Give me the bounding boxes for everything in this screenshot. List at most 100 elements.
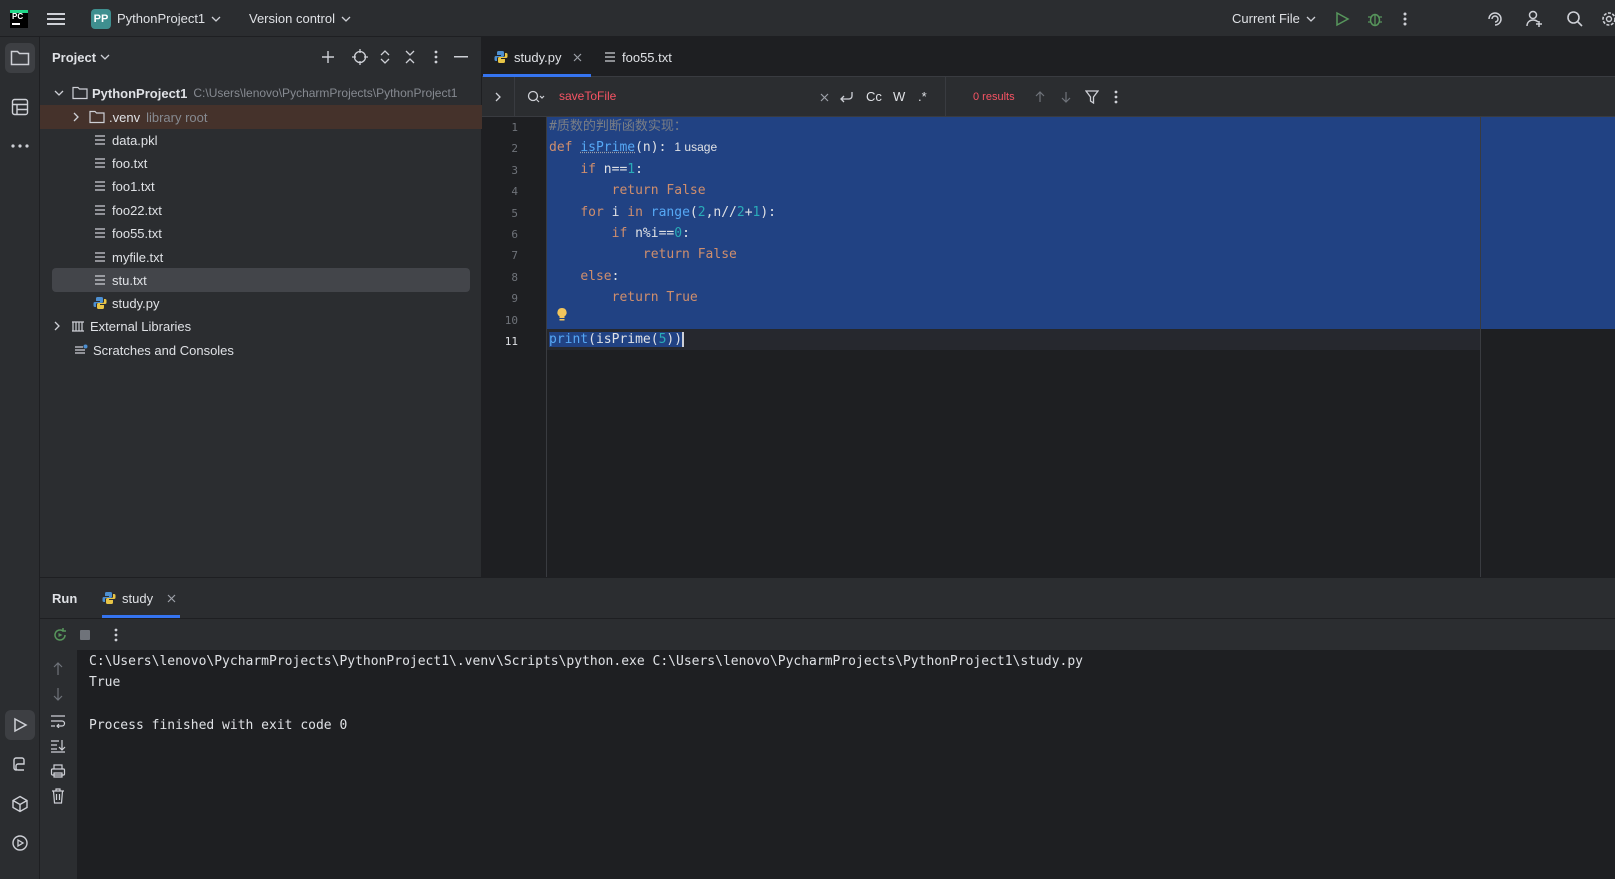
tab-study-py[interactable]: study.py <box>494 37 582 77</box>
collapse-all-icon[interactable] <box>400 47 420 67</box>
structure-toolwindow-button[interactable] <box>5 92 35 122</box>
run-console-output[interactable]: C:\Users\lenovo\PycharmProjects\PythonPr… <box>77 650 1615 879</box>
add-user-icon[interactable] <box>1526 0 1544 37</box>
tree-item-venv[interactable]: .venv library root <box>40 105 482 129</box>
run-toolwindow-button[interactable] <box>5 710 35 740</box>
structure-icon <box>11 98 29 116</box>
tree-label: External Libraries <box>90 319 191 334</box>
project-panel-title: Project <box>52 50 96 65</box>
version-control-menu[interactable]: Version control <box>249 0 351 37</box>
python-console-icon <box>11 755 29 773</box>
find-bar: saveToFile Cc W .* 0 results <box>482 77 1615 117</box>
tree-item-study-py[interactable]: study.py <box>40 291 482 315</box>
tree-item-foo-txt[interactable]: foo.txt <box>40 151 482 175</box>
tree-root-project[interactable]: PythonProject1 C:\Users\lenovo\PycharmPr… <box>40 81 482 105</box>
lightbulb-icon[interactable] <box>556 307 568 322</box>
match-case-toggle[interactable]: Cc <box>866 89 882 104</box>
chevron-down-icon <box>1306 16 1316 22</box>
tree-item-external-libraries[interactable]: External Libraries <box>40 314 482 338</box>
rerun-icon[interactable] <box>50 625 70 645</box>
tab-label: foo55.txt <box>622 50 672 65</box>
code-editor[interactable]: #质数的判断函数实现： def isPrime(n): 1 usage if n=… <box>546 117 1615 595</box>
more-options-icon[interactable] <box>1106 87 1126 107</box>
tree-item-scratches[interactable]: Scratches and Consoles <box>40 338 482 362</box>
play-icon <box>1334 11 1350 27</box>
title-bar: PC PP PythonProject1 Version control Cur… <box>0 0 1615 37</box>
scroll-down-icon[interactable] <box>48 684 68 704</box>
search-icon[interactable] <box>1566 0 1584 37</box>
tree-item-foo1-txt[interactable]: foo1.txt <box>40 174 482 198</box>
filter-icon[interactable] <box>1082 87 1102 107</box>
tree-item-myfile-txt[interactable]: myfile.txt <box>40 245 482 269</box>
line-number: 7 <box>482 249 518 262</box>
run-config-selector[interactable]: Current File <box>1232 0 1316 37</box>
ai-assistant-icon[interactable] <box>1486 0 1504 37</box>
tool-window-stripe <box>0 37 40 879</box>
arrow-up-icon[interactable] <box>1030 87 1050 107</box>
arrow-down-icon[interactable] <box>1056 87 1076 107</box>
more-options-icon[interactable] <box>106 625 126 645</box>
tree-item-stu-txt[interactable]: stu.txt <box>52 268 470 292</box>
project-toolwindow-button[interactable] <box>5 43 35 73</box>
find-input[interactable]: saveToFile <box>559 89 616 103</box>
project-panel-header[interactable]: Project <box>52 37 110 77</box>
new-file-icon[interactable] <box>318 47 338 67</box>
run-button[interactable] <box>1334 0 1350 37</box>
text-file-icon <box>92 132 108 148</box>
expand-all-icon[interactable] <box>375 47 395 67</box>
more-tool-windows-icon[interactable] <box>5 131 35 161</box>
hide-panel-icon[interactable] <box>451 47 471 67</box>
options-icon[interactable] <box>426 47 446 67</box>
folder-icon <box>10 49 30 67</box>
chevron-right-icon <box>73 112 79 122</box>
settings-gear-icon[interactable] <box>1600 0 1615 37</box>
tree-item-foo22-txt[interactable]: foo22.txt <box>40 198 482 222</box>
locate-file-icon[interactable] <box>350 47 370 67</box>
stop-icon[interactable] <box>75 625 95 645</box>
chevron-down-icon <box>211 16 221 22</box>
line-number: 8 <box>482 271 518 284</box>
version-control-label: Version control <box>249 11 335 26</box>
venv-label: .venv <box>109 110 140 125</box>
line-number: 10 <box>482 314 518 327</box>
tree-item-foo55-txt[interactable]: foo55.txt <box>40 221 482 245</box>
venv-suffix: library root <box>146 110 207 125</box>
file-label: foo22.txt <box>112 203 162 218</box>
trash-icon[interactable] <box>48 786 68 806</box>
line-number: 6 <box>482 228 518 241</box>
python-console-button[interactable] <box>5 749 35 779</box>
python-file-icon <box>102 591 116 605</box>
regex-toggle[interactable]: .* <box>918 89 927 104</box>
line-number: 5 <box>482 207 518 220</box>
line-number: 4 <box>482 185 518 198</box>
svg-text:PC: PC <box>12 12 23 21</box>
text-file-icon <box>604 51 616 63</box>
new-line-icon[interactable] <box>836 87 856 107</box>
line-number-gutter: 1 2 3 4 5 6 7 8 9 10 11 <box>482 117 546 595</box>
scroll-to-end-icon[interactable] <box>48 736 68 756</box>
chevron-down-icon <box>54 90 64 96</box>
words-toggle[interactable]: W <box>893 89 905 104</box>
python-packages-button[interactable] <box>5 789 35 819</box>
root-path: C:\Users\lenovo\PycharmProjects\PythonPr… <box>193 86 457 100</box>
console-output-line: True <box>89 675 120 690</box>
services-button[interactable] <box>5 828 35 858</box>
project-switcher[interactable]: PP PythonProject1 <box>91 0 221 37</box>
main-menu-icon[interactable] <box>47 0 65 37</box>
tab-foo55-txt[interactable]: foo55.txt <box>604 37 672 77</box>
print-icon[interactable] <box>48 761 68 781</box>
pycharm-logo-icon[interactable]: PC <box>10 0 28 37</box>
run-tab-study[interactable]: study <box>102 578 176 618</box>
debug-button[interactable] <box>1367 0 1383 37</box>
folder-icon <box>72 85 88 101</box>
tree-item-data-pkl[interactable]: data.pkl <box>40 128 482 152</box>
scroll-up-icon[interactable] <box>48 659 68 679</box>
usage-hint[interactable]: 1 usage <box>674 140 717 154</box>
search-history-icon[interactable] <box>526 87 546 107</box>
more-actions-icon[interactable] <box>1403 0 1407 37</box>
soft-wrap-icon[interactable] <box>48 711 68 731</box>
clear-search-icon[interactable] <box>814 87 834 107</box>
chevron-right-icon[interactable] <box>488 87 508 107</box>
line-number: 3 <box>482 164 518 177</box>
file-label: foo.txt <box>112 156 147 171</box>
